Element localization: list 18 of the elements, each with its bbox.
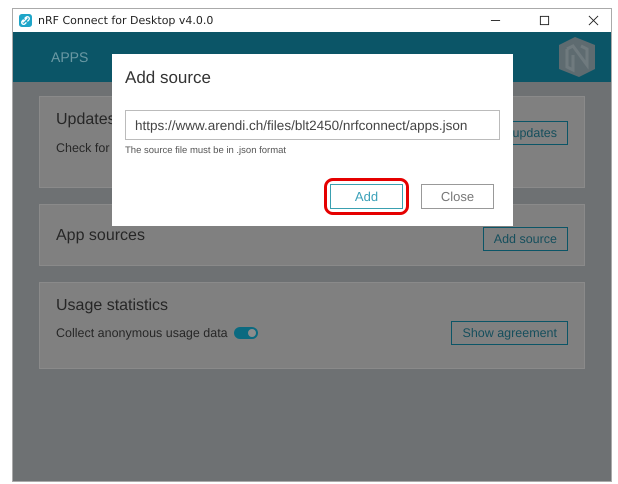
url-input-field[interactable]: https://www.arendi.ch/files/blt2450/nrfconnect/apps.json: [125, 110, 500, 140]
card-title: App sources: [56, 227, 145, 245]
show-agreement-button[interactable]: Show agreement: [451, 321, 568, 345]
maximize-icon[interactable]: [539, 15, 550, 26]
dialog-button[interactable]: Close: [421, 184, 494, 209]
dialog-button[interactable]: Add: [330, 184, 403, 209]
card-text: Collect anonymous usage data: [56, 326, 228, 340]
add-source-button[interactable]: Add source: [482, 227, 568, 251]
window-title: nRF Connect for Desktop v4.0.0: [38, 14, 214, 27]
card-title: Usage statistics: [56, 297, 168, 315]
close-icon[interactable]: [588, 15, 599, 26]
dialog-title: Add source: [125, 68, 212, 88]
nav-tab[interactable]: APPS: [51, 49, 88, 65]
card-text: Check for: [56, 141, 110, 155]
nordic-logo-icon: [557, 37, 597, 77]
usage-toggle[interactable]: [234, 327, 258, 339]
app-logo-icon: [19, 14, 32, 27]
hint-text: The source file must be in .json format: [125, 145, 288, 156]
